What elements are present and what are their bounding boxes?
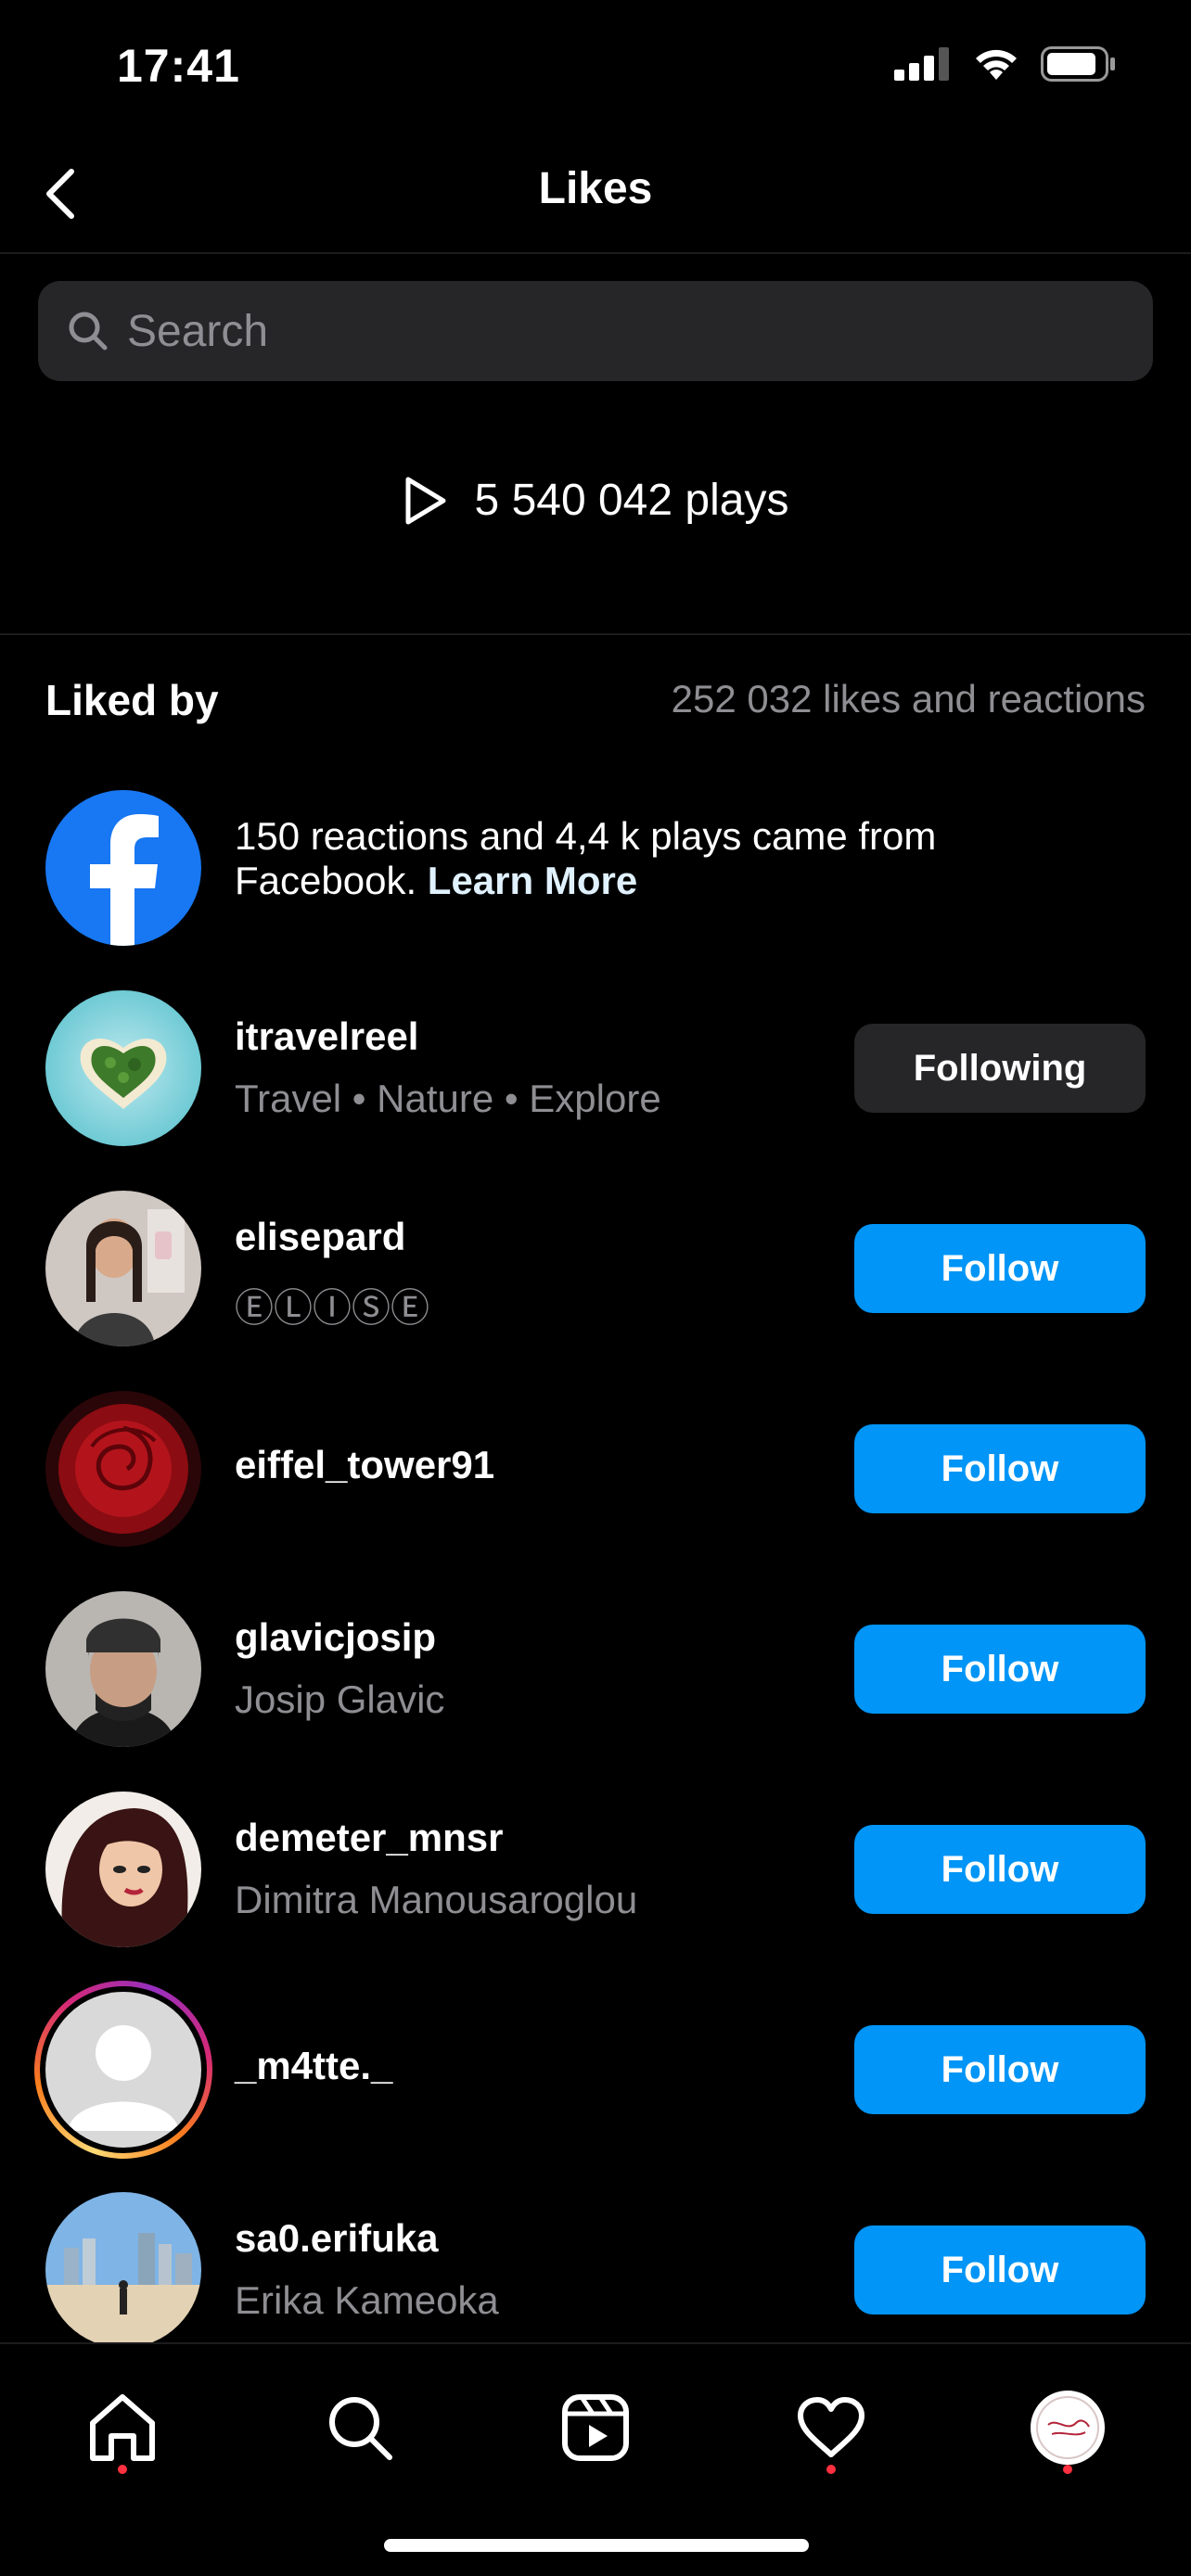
search-input[interactable] — [127, 281, 1129, 381]
search-icon — [69, 312, 108, 351]
search-icon — [329, 2397, 392, 2460]
user-subtitle: Erika Kameoka — [235, 2278, 499, 2322]
follow-button[interactable]: Follow — [854, 2025, 1146, 2114]
notification-dot — [826, 2465, 836, 2474]
facebook-reactions-row: 150 reactions and 4,4 k plays came from … — [45, 790, 1159, 946]
default-avatar-icon[interactable] — [45, 1992, 201, 2148]
follow-button[interactable]: Follow — [854, 2225, 1146, 2315]
status-time: 17:41 — [117, 40, 240, 92]
tab-reels[interactable] — [549, 2381, 642, 2474]
heart-icon — [798, 2397, 864, 2457]
username[interactable]: eiffel_tower91 — [235, 1443, 494, 1487]
tab-profile[interactable] — [1021, 2381, 1114, 2474]
plays-count: 5 540 042 plays — [0, 475, 1191, 526]
home-indicator — [384, 2539, 809, 2552]
avatar[interactable] — [45, 1591, 201, 1747]
search-bar[interactable] — [38, 281, 1153, 381]
username[interactable]: demeter_mnsr — [235, 1816, 503, 1860]
follow-button[interactable]: Follow — [854, 1625, 1146, 1714]
list-item[interactable]: eiffel_tower91 Follow — [45, 1391, 1146, 1547]
plays-text: 5 540 042 plays — [474, 476, 789, 525]
nav-header: Likes — [0, 139, 1191, 254]
battery-icon — [1041, 46, 1115, 82]
tab-home[interactable] — [76, 2381, 169, 2474]
profile-avatar — [1031, 2391, 1105, 2465]
facebook-logo-icon — [45, 790, 201, 946]
facebook-reactions-text: 150 reactions and 4,4 k plays came from … — [235, 814, 1069, 903]
page-title: Likes — [538, 164, 653, 213]
follow-button[interactable]: Follow — [854, 1424, 1146, 1513]
user-subtitle: ⒺⓁⒾⓈⒺ — [235, 1286, 430, 1330]
section-divider — [0, 633, 1191, 635]
list-item[interactable]: _m4tte._ Follow — [34, 1981, 1146, 2159]
following-button[interactable]: Following — [854, 1024, 1146, 1113]
wifi-icon — [976, 49, 1017, 80]
user-subtitle: Dimitra Manousaroglou — [235, 1878, 638, 1921]
likes-count: 252 032 likes and reactions — [671, 677, 1146, 721]
username[interactable]: itravelreel — [235, 1014, 418, 1059]
list-item[interactable]: glavicjosip Josip Glavic Follow — [45, 1591, 1146, 1747]
learn-more-link[interactable]: Learn More — [428, 859, 637, 902]
list-item[interactable]: elisepard ⒺⓁⒾⓈⒺ Follow — [45, 1191, 1146, 1346]
notification-dot — [1063, 2465, 1072, 2474]
username[interactable]: _m4tte._ — [235, 2044, 392, 2088]
avatar[interactable] — [45, 990, 201, 1146]
avatar[interactable] — [45, 1391, 201, 1547]
cellular-signal-icon — [894, 47, 949, 81]
user-subtitle: Josip Glavic — [235, 1677, 445, 1721]
status-icons — [894, 46, 1117, 82]
home-icon — [90, 2394, 155, 2461]
username[interactable]: elisepard — [235, 1215, 405, 1259]
avatar[interactable] — [45, 1792, 201, 1947]
play-icon — [405, 477, 446, 524]
username[interactable]: glavicjosip — [235, 1615, 436, 1660]
username[interactable]: sa0.erifuka — [235, 2216, 438, 2261]
avatar[interactable] — [45, 1191, 201, 1346]
status-bar: 17:41 — [0, 0, 1191, 139]
list-item[interactable]: itravelreel Travel • Nature • Explore Fo… — [45, 990, 1146, 1146]
follow-button[interactable]: Follow — [854, 1825, 1146, 1914]
tab-activity[interactable] — [785, 2381, 877, 2474]
tab-search[interactable] — [314, 2381, 406, 2474]
list-item[interactable]: demeter_mnsr Dimitra Manousaroglou Follo… — [45, 1792, 1146, 1947]
list-item[interactable]: sa0.erifuka Erika Kameoka Follow — [45, 2192, 1146, 2348]
liked-by-title: Liked by — [45, 676, 219, 724]
notification-dot — [118, 2465, 127, 2474]
follow-button[interactable]: Follow — [854, 1224, 1146, 1313]
reels-icon — [562, 2394, 629, 2461]
user-subtitle: Travel • Nature • Explore — [235, 1077, 661, 1120]
avatar[interactable] — [45, 2192, 201, 2348]
